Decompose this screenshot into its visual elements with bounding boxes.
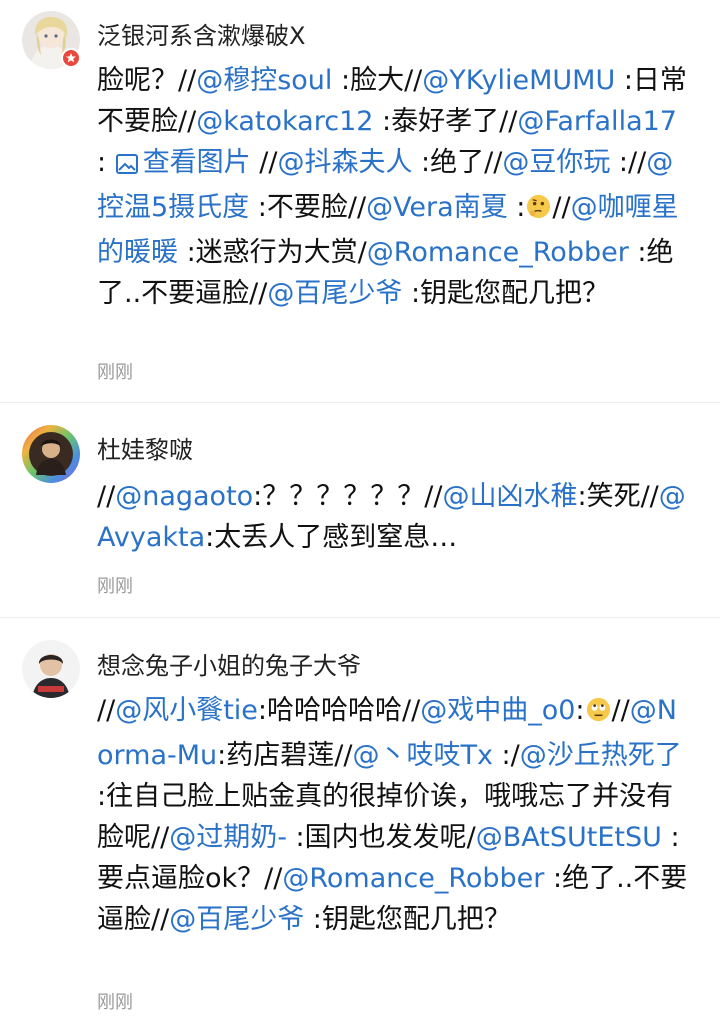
comment-text: 脸呢？//@穆控soul :脸大//@YKylieMUMU :日常不要脸//@k… xyxy=(97,60,692,314)
user-mention-link[interactable]: @豆你玩 xyxy=(502,147,610,178)
comment-text-fragment: : xyxy=(507,192,526,223)
comment-text-fragment: :泰好孝了// xyxy=(373,106,518,137)
verified-badge-icon xyxy=(61,48,81,68)
user-mention-link[interactable]: @Vera南夏 xyxy=(366,192,508,223)
comment-text-fragment: :哈哈哈哈哈// xyxy=(257,695,421,726)
user-mention-link[interactable]: @Romance_Robber xyxy=(282,863,544,894)
comment-text-fragment: :/ xyxy=(492,740,520,771)
user-mention-link[interactable]: @抖森夫人 xyxy=(277,147,412,178)
eye-roll-face-icon xyxy=(585,694,612,735)
avatar[interactable] xyxy=(22,640,80,698)
comment-text-fragment: :笑死// xyxy=(577,481,659,512)
user-mention-link[interactable]: @Romance_Robber xyxy=(367,237,629,268)
comment-text-fragment: :// xyxy=(610,147,647,178)
user-mention-link[interactable]: @百尾少爷 xyxy=(169,904,304,935)
user-mention-link[interactable]: @过期奶- xyxy=(169,822,287,853)
comment-text-fragment: // xyxy=(97,695,116,726)
comment-text-fragment: :不要脸// xyxy=(249,192,367,223)
user-mention-link[interactable]: @Farfalla17 xyxy=(517,106,677,137)
user-mention-link[interactable]: @百尾少爷 xyxy=(267,278,402,309)
comment-text-fragment: : xyxy=(575,695,585,726)
comment-text-fragment: :脸大// xyxy=(332,65,423,96)
comment-text-fragment: // xyxy=(552,192,571,223)
comment-text-fragment: :钥匙您配几把？ xyxy=(402,278,610,309)
comment-text-fragment: :国内也发发呢/ xyxy=(286,822,476,853)
comment-text-fragment: // xyxy=(611,695,630,726)
view-image-link[interactable]: 查看图片 xyxy=(115,147,251,178)
user-mention-link[interactable]: @风小餮tie xyxy=(115,695,258,726)
user-mention-link[interactable]: @戏中曲_o0 xyxy=(420,695,575,726)
user-mention-link[interactable]: @BAtSUtEtSU xyxy=(476,822,662,853)
view-image-label: 查看图片 xyxy=(142,147,251,178)
comment-text-fragment: :？？？？？？// xyxy=(253,481,443,512)
comment-text-fragment: // xyxy=(97,481,116,512)
user-mention-link[interactable]: @nagaoto xyxy=(115,481,253,512)
comment-author[interactable]: 泛银河系含漱爆破X xyxy=(97,16,305,51)
user-mention-link[interactable]: @丶吱吱Tx xyxy=(352,740,492,771)
comment-text-fragment: :绝了// xyxy=(412,147,503,178)
divider xyxy=(0,617,720,618)
comment-time: 刚刚 xyxy=(97,362,133,383)
comment-text: //@风小餮tie:哈哈哈哈哈//@戏中曲_o0://@Norma-Mu:药店碧… xyxy=(97,690,692,940)
user-mention-link[interactable]: @山凶水稚 xyxy=(442,481,577,512)
divider xyxy=(0,402,720,403)
comment-text-fragment: 脸呢？// xyxy=(97,65,197,96)
comment-time: 刚刚 xyxy=(97,992,133,1013)
image-icon xyxy=(115,146,139,187)
user-mention-link[interactable]: @沙丘热死了 xyxy=(520,740,682,771)
comment-author[interactable]: 杜娃黎啵 xyxy=(97,430,193,465)
comment-author[interactable]: 想念兔子小姐的兔子大爷 xyxy=(97,646,361,681)
comment-text-fragment: : xyxy=(97,147,115,178)
comment-text-fragment: :太丢人了感到窒息… xyxy=(205,522,458,553)
user-mention-link[interactable]: @YKylieMUMU xyxy=(422,65,615,96)
comment-text-fragment: :钥匙您配几把？ xyxy=(304,904,511,935)
comment-text-fragment: :迷惑行为大赏/ xyxy=(178,237,367,268)
comment-text-fragment: // xyxy=(250,147,278,178)
user-mention-link[interactable]: @katokarc12 xyxy=(196,106,373,137)
comment-text: //@nagaoto:？？？？？？//@山凶水稚:笑死//@Avyakta:太丢… xyxy=(97,476,692,558)
comment-text-fragment: :药店碧莲// xyxy=(217,740,353,771)
user-mention-link[interactable]: @穆控soul xyxy=(196,65,332,96)
comment-time: 刚刚 xyxy=(97,576,133,597)
thinking-face-icon xyxy=(525,191,552,232)
avatar[interactable] xyxy=(22,425,80,483)
